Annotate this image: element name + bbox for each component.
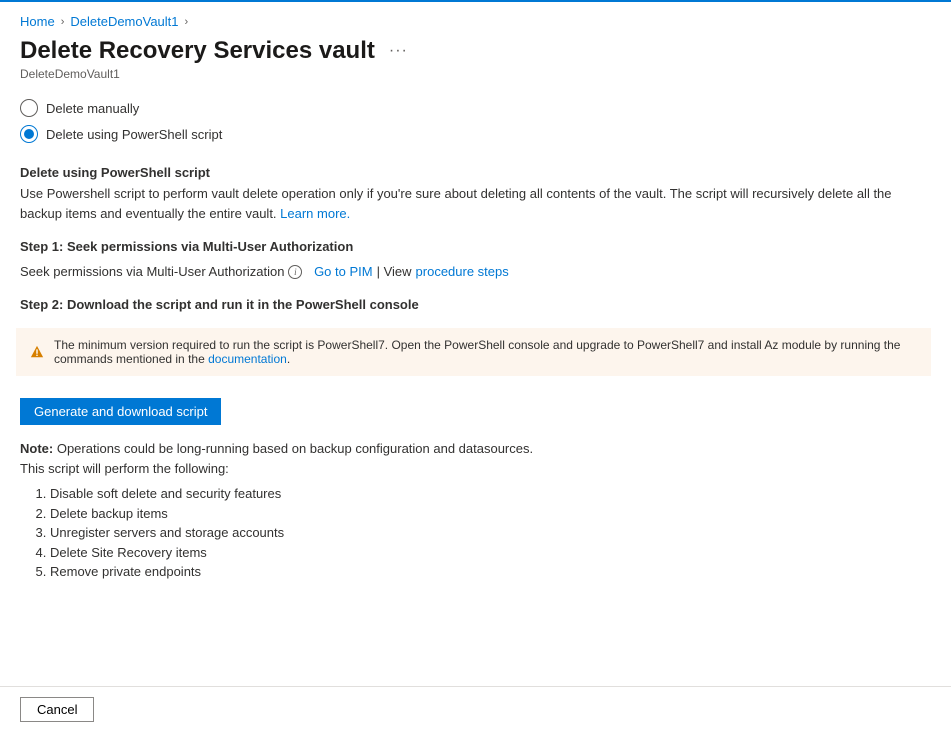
generate-download-script-button[interactable]: Generate and download script	[20, 398, 221, 425]
operations-list: Disable soft delete and security feature…	[50, 484, 931, 582]
step1-body: Seek permissions via Multi-User Authoriz…	[20, 264, 931, 279]
list-item: Delete Site Recovery items	[50, 543, 931, 563]
info-icon[interactable]: i	[288, 265, 302, 279]
breadcrumb-vault[interactable]: DeleteDemoVault1	[70, 14, 178, 29]
go-to-pim-link[interactable]: Go to PIM	[314, 264, 373, 279]
procedure-steps-link[interactable]: procedure steps	[416, 264, 509, 279]
page-subtitle: DeleteDemoVault1	[20, 67, 931, 81]
breadcrumb-home[interactable]: Home	[20, 14, 55, 29]
more-actions-button[interactable]: ···	[385, 40, 412, 62]
chevron-right-icon: ›	[185, 16, 189, 28]
radio-icon-selected	[20, 125, 38, 143]
radio-delete-powershell[interactable]: Delete using PowerShell script	[20, 125, 931, 143]
step1-title: Step 1: Seek permissions via Multi-User …	[20, 239, 931, 254]
step2-title: Step 2: Download the script and run it i…	[20, 297, 931, 312]
note-block: Note: Operations could be long-running b…	[20, 439, 931, 478]
learn-more-link[interactable]: Learn more.	[280, 206, 350, 221]
radio-delete-manually[interactable]: Delete manually	[20, 99, 931, 117]
chevron-right-icon: ›	[61, 16, 65, 28]
page-title: Delete Recovery Services vault	[20, 37, 375, 65]
list-item: Disable soft delete and security feature…	[50, 484, 931, 504]
radio-label: Delete manually	[46, 101, 139, 116]
warning-banner: The minimum version required to run the …	[16, 328, 931, 376]
list-item: Delete backup items	[50, 504, 931, 524]
radio-icon	[20, 99, 38, 117]
breadcrumb: Home › DeleteDemoVault1 ›	[20, 14, 931, 29]
list-item: Remove private endpoints	[50, 562, 931, 582]
delete-method-radio-group: Delete manually Delete using PowerShell …	[20, 99, 931, 143]
footer-bar: Cancel	[0, 686, 951, 732]
radio-label: Delete using PowerShell script	[46, 127, 222, 142]
documentation-link[interactable]: documentation	[208, 352, 287, 366]
script-section-heading: Delete using PowerShell script	[20, 165, 931, 180]
script-section-description: Use Powershell script to perform vault d…	[20, 184, 931, 223]
warning-icon	[30, 345, 44, 359]
list-item: Unregister servers and storage accounts	[50, 523, 931, 543]
cancel-button[interactable]: Cancel	[20, 697, 94, 722]
